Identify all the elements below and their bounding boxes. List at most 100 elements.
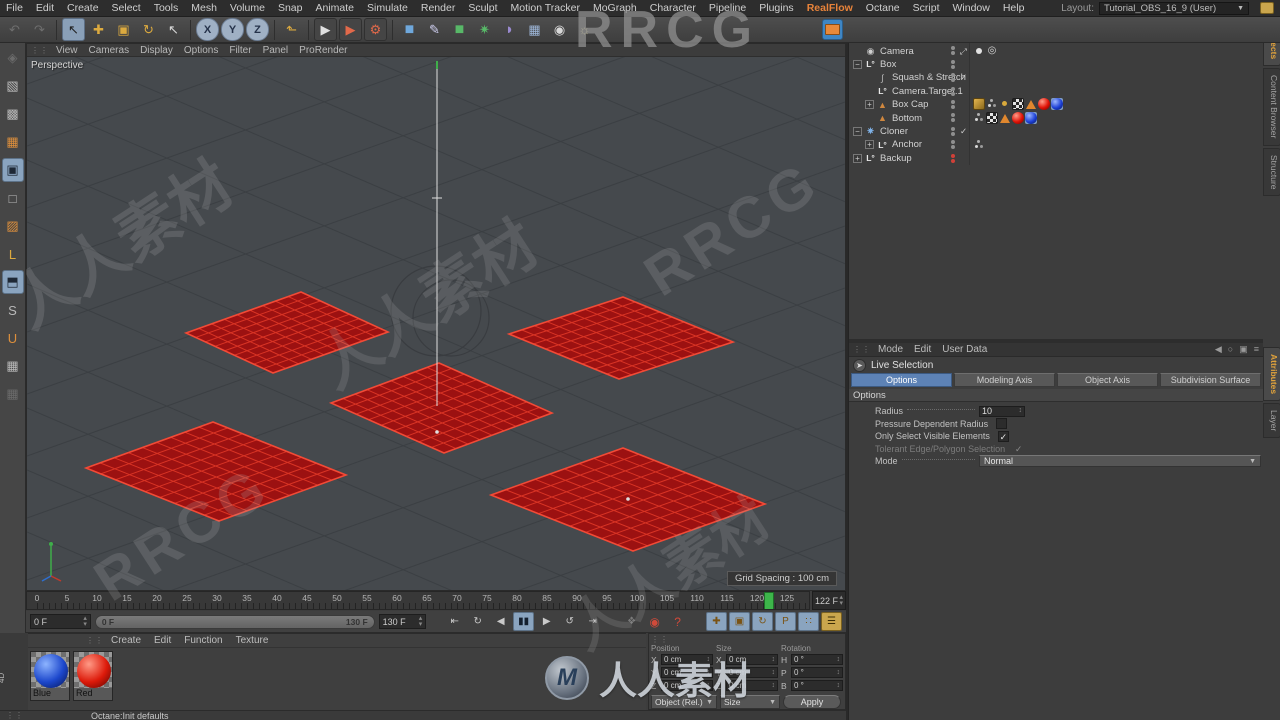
menu-simulate[interactable]: Simulate <box>367 2 408 14</box>
attribute-section-header[interactable]: Options <box>849 389 1263 402</box>
previous-frame-icon[interactable]: ◀ <box>490 612 511 631</box>
menu-octane[interactable]: Octane <box>866 2 900 14</box>
material-blue[interactable]: Blue <box>30 651 70 701</box>
object-row-camera[interactable]: ◉ Camera ⤢ ◎ <box>849 44 1263 57</box>
spinner-icon[interactable]: ↕ <box>837 656 841 663</box>
visibility-dots[interactable] <box>949 59 957 70</box>
render-picture-viewer-icon[interactable]: ▶ <box>339 18 362 41</box>
attr-tab-modeling-axis[interactable]: Modeling Axis <box>954 373 1055 387</box>
viewport-menu-filter[interactable]: Filter <box>229 45 251 56</box>
spinner-icon[interactable]: ▴ ▾ <box>419 615 423 628</box>
visibility-dots[interactable] <box>949 73 957 83</box>
rotate-icon[interactable]: ↻ <box>137 18 160 41</box>
attr-menu-edit[interactable]: Edit <box>914 344 931 355</box>
spinner-icon[interactable]: ↕ <box>1019 407 1023 414</box>
window-corner-icon[interactable] <box>1260 2 1274 14</box>
attr-tab-subdivision-surface[interactable]: Subdivision Surface <box>1160 373 1261 387</box>
mat-blue-tag-icon[interactable] <box>1025 111 1037 124</box>
next-frame-icon[interactable]: ▶ <box>536 612 557 631</box>
enable-state-icon[interactable]: ⤢ <box>960 46 967 57</box>
points-mode-icon[interactable]: ▣ <box>1 158 24 182</box>
seltri-tag-icon[interactable] <box>1025 98 1037 110</box>
menu-select[interactable]: Select <box>112 2 141 14</box>
phong-tag-icon[interactable] <box>986 98 998 110</box>
workplane-icon[interactable]: ▦ <box>2 130 24 154</box>
redo-icon[interactable]: ↷ <box>28 18 51 41</box>
lock-workplane-icon[interactable]: ▦ <box>2 354 24 378</box>
coordinate-system-icon[interactable]: ⬑ <box>280 18 303 41</box>
subdivision-surface-icon[interactable]: ■ <box>448 18 471 41</box>
tweak-mode-icon[interactable]: ⬒ <box>1 270 24 294</box>
mat-red-tag-icon[interactable] <box>1038 98 1050 111</box>
expand-toggle-icon[interactable]: + <box>865 100 874 110</box>
dope-sheet-icon[interactable]: ☰ <box>821 612 842 631</box>
apply-button[interactable]: Apply <box>783 695 841 709</box>
mat-red-tag-icon[interactable] <box>1012 111 1024 124</box>
live-selection-icon[interactable]: ↖ <box>62 18 85 41</box>
golddot-tag-icon[interactable] <box>999 98 1011 110</box>
menu-pipeline[interactable]: Pipeline <box>709 2 746 14</box>
uvw-tag-icon[interactable] <box>1012 98 1024 111</box>
menu-edit[interactable]: Edit <box>36 2 54 14</box>
render-settings-icon[interactable]: ⚙ <box>364 18 387 41</box>
menu-animate[interactable]: Animate <box>315 2 354 14</box>
phong-tag-icon[interactable] <box>973 139 985 151</box>
enable-state-icon[interactable]: ✓ <box>960 126 967 137</box>
visibility-dots[interactable] <box>949 126 957 137</box>
visibility-dots[interactable] <box>949 99 957 110</box>
axis-modification-icon[interactable]: L <box>2 242 24 266</box>
panel-tab-content-browser[interactable]: Content Browser <box>1263 68 1280 146</box>
spinner-icon[interactable]: ▴ ▾ <box>83 615 87 628</box>
menu-create[interactable]: Create <box>67 2 99 14</box>
quantize-icon[interactable]: ▦ <box>2 382 24 406</box>
menu-mesh[interactable]: Mesh <box>191 2 217 14</box>
panel-menu-icon[interactable]: ≡ <box>1254 344 1259 355</box>
viewport-menu-options[interactable]: Options <box>184 45 218 56</box>
checkbox[interactable]: ✓ <box>997 430 1009 442</box>
range-end-field[interactable]: 130 F ▴ ▾ <box>378 614 427 629</box>
menu-motion-tracker[interactable]: Motion Tracker <box>511 2 580 14</box>
coord-value-field[interactable]: 0 ° ↕ <box>791 667 843 678</box>
object-row-box[interactable]: − L° Box <box>849 58 1263 71</box>
object-row-cloner[interactable]: − ✷ Cloner ✓ <box>849 125 1263 138</box>
lock-icon[interactable]: ▣ <box>1239 344 1248 355</box>
attr-dropdown[interactable]: Normal ▼ <box>979 455 1261 468</box>
object-row-bottom[interactable]: ▲ Bottom <box>849 111 1263 124</box>
attr-menu-user-data[interactable]: User Data <box>942 344 987 355</box>
expand-toggle-icon[interactable]: + <box>853 153 862 163</box>
spinner-icon[interactable]: ↕ <box>772 682 776 689</box>
material-menu-create[interactable]: Create <box>111 635 141 646</box>
grip-icon[interactable]: ⋮⋮ <box>651 635 669 644</box>
deformer-icon[interactable]: ◗ <box>498 18 521 41</box>
menu-script[interactable]: Script <box>913 2 940 14</box>
target-tag-icon[interactable]: ◎ <box>986 45 998 57</box>
current-frame-field[interactable]: 122 F ▴ ▾ <box>812 591 846 610</box>
menu-file[interactable]: File <box>6 2 23 14</box>
record-rotation-icon[interactable]: ↻ <box>752 612 773 631</box>
menu-snap[interactable]: Snap <box>278 2 303 14</box>
material-menu-function[interactable]: Function <box>184 635 222 646</box>
menu-mograph[interactable]: MoGraph <box>593 2 637 14</box>
menu-sculpt[interactable]: Sculpt <box>468 2 497 14</box>
polygons-mode-icon[interactable]: ▨ <box>2 214 24 238</box>
expand-toggle-icon[interactable]: − <box>853 126 862 136</box>
panel-tab-structure[interactable]: Structure <box>1263 147 1280 196</box>
texture-mode-icon[interactable]: ▩ <box>2 102 24 126</box>
move-icon[interactable]: ✚ <box>87 18 110 41</box>
menu-character[interactable]: Character <box>650 2 696 14</box>
coord-value-field[interactable]: 0 ° ↕ <box>791 654 843 665</box>
spinner-icon[interactable]: ↕ <box>772 656 776 663</box>
spinner-icon[interactable]: ↕ <box>837 682 841 689</box>
light-icon[interactable]: ☼ <box>573 18 596 41</box>
attr-menu-mode[interactable]: Mode <box>878 344 903 355</box>
add-cube-icon[interactable]: ■ <box>398 18 421 41</box>
texture-tag-icon[interactable] <box>973 98 985 111</box>
visibility-dots[interactable] <box>949 153 957 164</box>
object-row-squash-stretch[interactable]: ∫ Squash & Stretch ✓ <box>849 71 1263 84</box>
viewport-menu-view[interactable]: View <box>56 45 78 56</box>
spinner-icon[interactable]: ↕ <box>772 669 776 676</box>
visibility-dots[interactable] <box>949 140 957 150</box>
pause-icon[interactable]: ▮▮ <box>513 612 535 631</box>
viewport-menu-display[interactable]: Display <box>140 45 173 56</box>
coord-value-field[interactable]: 0 ° ↕ <box>791 680 843 691</box>
